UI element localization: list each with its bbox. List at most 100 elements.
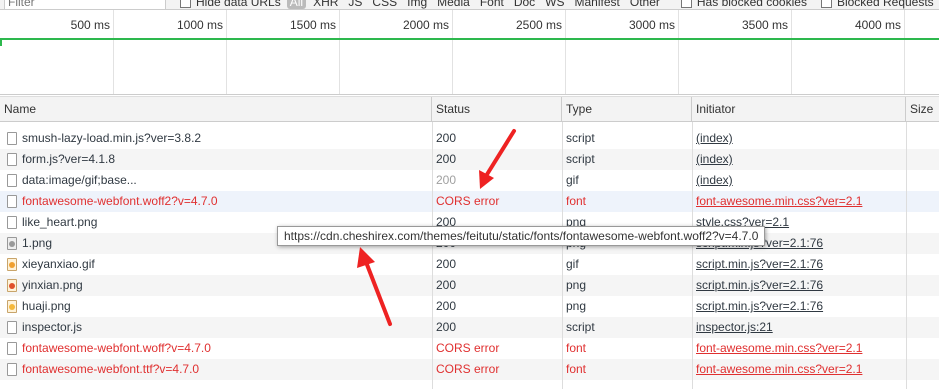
png-icon	[7, 300, 17, 313]
type-filter-css[interactable]: CSS	[369, 0, 400, 9]
gif-icon	[7, 258, 17, 271]
request-initiator-link[interactable]: script.min.js?ver=2.1:76	[696, 254, 906, 275]
type-filter-all[interactable]: All	[286, 0, 307, 9]
request-status: CORS error	[436, 194, 500, 208]
png-icon	[7, 279, 17, 292]
table-row[interactable]: smush-lazy-load.min.js?ver=3.8.2 200 scr…	[0, 128, 939, 149]
request-status: 200	[436, 278, 457, 292]
table-row[interactable]: form.js?ver=4.1.8 200 script (index)	[0, 149, 939, 170]
request-status: 200	[436, 299, 457, 313]
timeline-gridline	[452, 10, 453, 94]
column-header-initiator[interactable]: Initiator	[692, 97, 906, 122]
request-name: form.js?ver=4.1.8	[22, 152, 116, 166]
timeline-tick-label: 3500 ms	[741, 18, 788, 32]
file-icon	[7, 195, 17, 208]
url-tooltip: https://cdn.cheshirex.com/themes/feitutu…	[277, 226, 766, 246]
blocked-requests-checkbox[interactable]	[820, 0, 832, 8]
request-status: 200	[436, 257, 457, 271]
has-blocked-cookies-checkbox[interactable]	[680, 0, 692, 8]
request-type: script	[566, 152, 595, 166]
type-filter-manifest[interactable]: Manifest	[572, 0, 623, 9]
timeline-overview[interactable]: 500 ms 1000 ms 1500 ms 2000 ms 2500 ms 3…	[0, 10, 939, 95]
timeline-tick-label: 1500 ms	[289, 18, 336, 32]
type-filter-other[interactable]: Other	[627, 0, 663, 9]
filter-input[interactable]	[4, 0, 166, 9]
column-divider[interactable]	[906, 122, 907, 389]
hide-data-urls-label: Hide data URLs	[196, 0, 281, 9]
column-divider[interactable]	[562, 122, 563, 389]
table-row[interactable]: data:image/gif;base... 200 gif (index)	[0, 170, 939, 191]
request-name: yinxian.png	[22, 278, 83, 292]
column-header-status[interactable]: Status	[432, 97, 562, 122]
type-filter-xhr[interactable]: XHR	[310, 0, 341, 9]
request-status: 200	[436, 131, 457, 145]
request-type: png	[566, 299, 587, 313]
request-status: CORS error	[436, 362, 500, 376]
file-icon	[7, 153, 17, 166]
request-type: script	[566, 320, 595, 334]
timeline-gridline	[904, 10, 905, 94]
timeline-gridline	[113, 10, 114, 94]
type-filter-doc[interactable]: Doc	[511, 0, 538, 9]
file-icon	[7, 342, 17, 355]
timeline-activity-bar	[0, 38, 939, 40]
timeline-gridline	[339, 10, 340, 94]
column-header-type[interactable]: Type	[562, 97, 692, 122]
timeline-tick-label: 2500 ms	[515, 18, 562, 32]
request-status: 200	[436, 173, 457, 187]
table-row[interactable]: fontawesome-webfont.woff?v=4.7.0 CORS er…	[0, 338, 939, 359]
type-filter-font[interactable]: Font	[477, 0, 507, 9]
request-initiator-link[interactable]: font-awesome.min.css?ver=2.1	[696, 359, 906, 380]
type-filter-img[interactable]: Img	[404, 0, 430, 9]
request-initiator-link[interactable]: (index)	[696, 170, 906, 191]
column-divider[interactable]	[432, 122, 433, 389]
table-row[interactable]: inspector.js 200 script inspector.js:21	[0, 317, 939, 338]
request-type: font	[566, 362, 587, 376]
type-filter-ws[interactable]: WS	[542, 0, 567, 9]
column-divider[interactable]	[692, 122, 693, 389]
timeline-gridline	[226, 10, 227, 94]
type-filter-js[interactable]: JS	[345, 0, 365, 9]
file-icon	[7, 321, 17, 334]
request-table-body: smush-lazy-load.min.js?ver=3.8.2 200 scr…	[0, 122, 939, 389]
request-initiator-link[interactable]: inspector.js:21	[696, 317, 906, 338]
table-row[interactable]: fontawesome-webfont.ttf?v=4.7.0 CORS err…	[0, 359, 939, 380]
request-initiator-link[interactable]: font-awesome.min.css?ver=2.1	[696, 338, 906, 359]
table-row[interactable]: yinxian.png 200 png script.min.js?ver=2.…	[0, 275, 939, 296]
request-initiator-link[interactable]: (index)	[696, 128, 906, 149]
request-table-header: Name Status Type Initiator Size	[0, 96, 939, 122]
request-initiator-link[interactable]: (index)	[696, 149, 906, 170]
request-status: 200	[436, 152, 457, 166]
request-type: gif	[566, 257, 579, 271]
request-name: fontawesome-webfont.ttf?v=4.7.0	[22, 362, 200, 376]
request-name: huaji.png	[22, 299, 71, 313]
table-row[interactable]: fontawesome-webfont.woff2?v=4.7.0 CORS e…	[0, 191, 939, 212]
table-row[interactable]: xieyanxiao.gif 200 gif script.min.js?ver…	[0, 254, 939, 275]
timeline-start-marker	[0, 38, 2, 46]
timeline-tick-label: 3000 ms	[628, 18, 675, 32]
hide-data-urls-checkbox[interactable]	[180, 0, 191, 8]
request-type: gif	[566, 173, 579, 187]
timeline-tick-label: 1000 ms	[176, 18, 223, 32]
request-status: 200	[436, 320, 457, 334]
timeline-gridline	[565, 10, 566, 94]
table-row[interactable]: huaji.png 200 png script.min.js?ver=2.1:…	[0, 296, 939, 317]
request-initiator-link[interactable]: script.min.js?ver=2.1:76	[696, 296, 906, 317]
blocked-requests-label: Blocked Requests	[836, 0, 934, 9]
image-icon	[7, 237, 17, 250]
request-name: fontawesome-webfont.woff2?v=4.7.0	[22, 194, 218, 208]
request-initiator-link[interactable]: font-awesome.min.css?ver=2.1	[696, 191, 906, 212]
request-name: fontawesome-webfont.woff?v=4.7.0	[22, 341, 211, 355]
column-header-size[interactable]: Size	[906, 97, 939, 122]
timeline-gridline	[791, 10, 792, 94]
request-name: data:image/gif;base...	[22, 173, 137, 187]
type-filter-media[interactable]: Media	[434, 0, 473, 9]
request-type: png	[566, 278, 587, 292]
request-name: inspector.js	[22, 320, 83, 334]
filter-toolbar: Hide data URLs All XHR JS CSS Img Media …	[0, 0, 939, 10]
column-header-name[interactable]: Name	[0, 97, 432, 122]
request-initiator-link[interactable]: script.min.js?ver=2.1:76	[696, 275, 906, 296]
file-icon	[7, 174, 17, 187]
request-type: script	[566, 131, 595, 145]
timeline-tick-label: 4000 ms	[854, 18, 901, 32]
